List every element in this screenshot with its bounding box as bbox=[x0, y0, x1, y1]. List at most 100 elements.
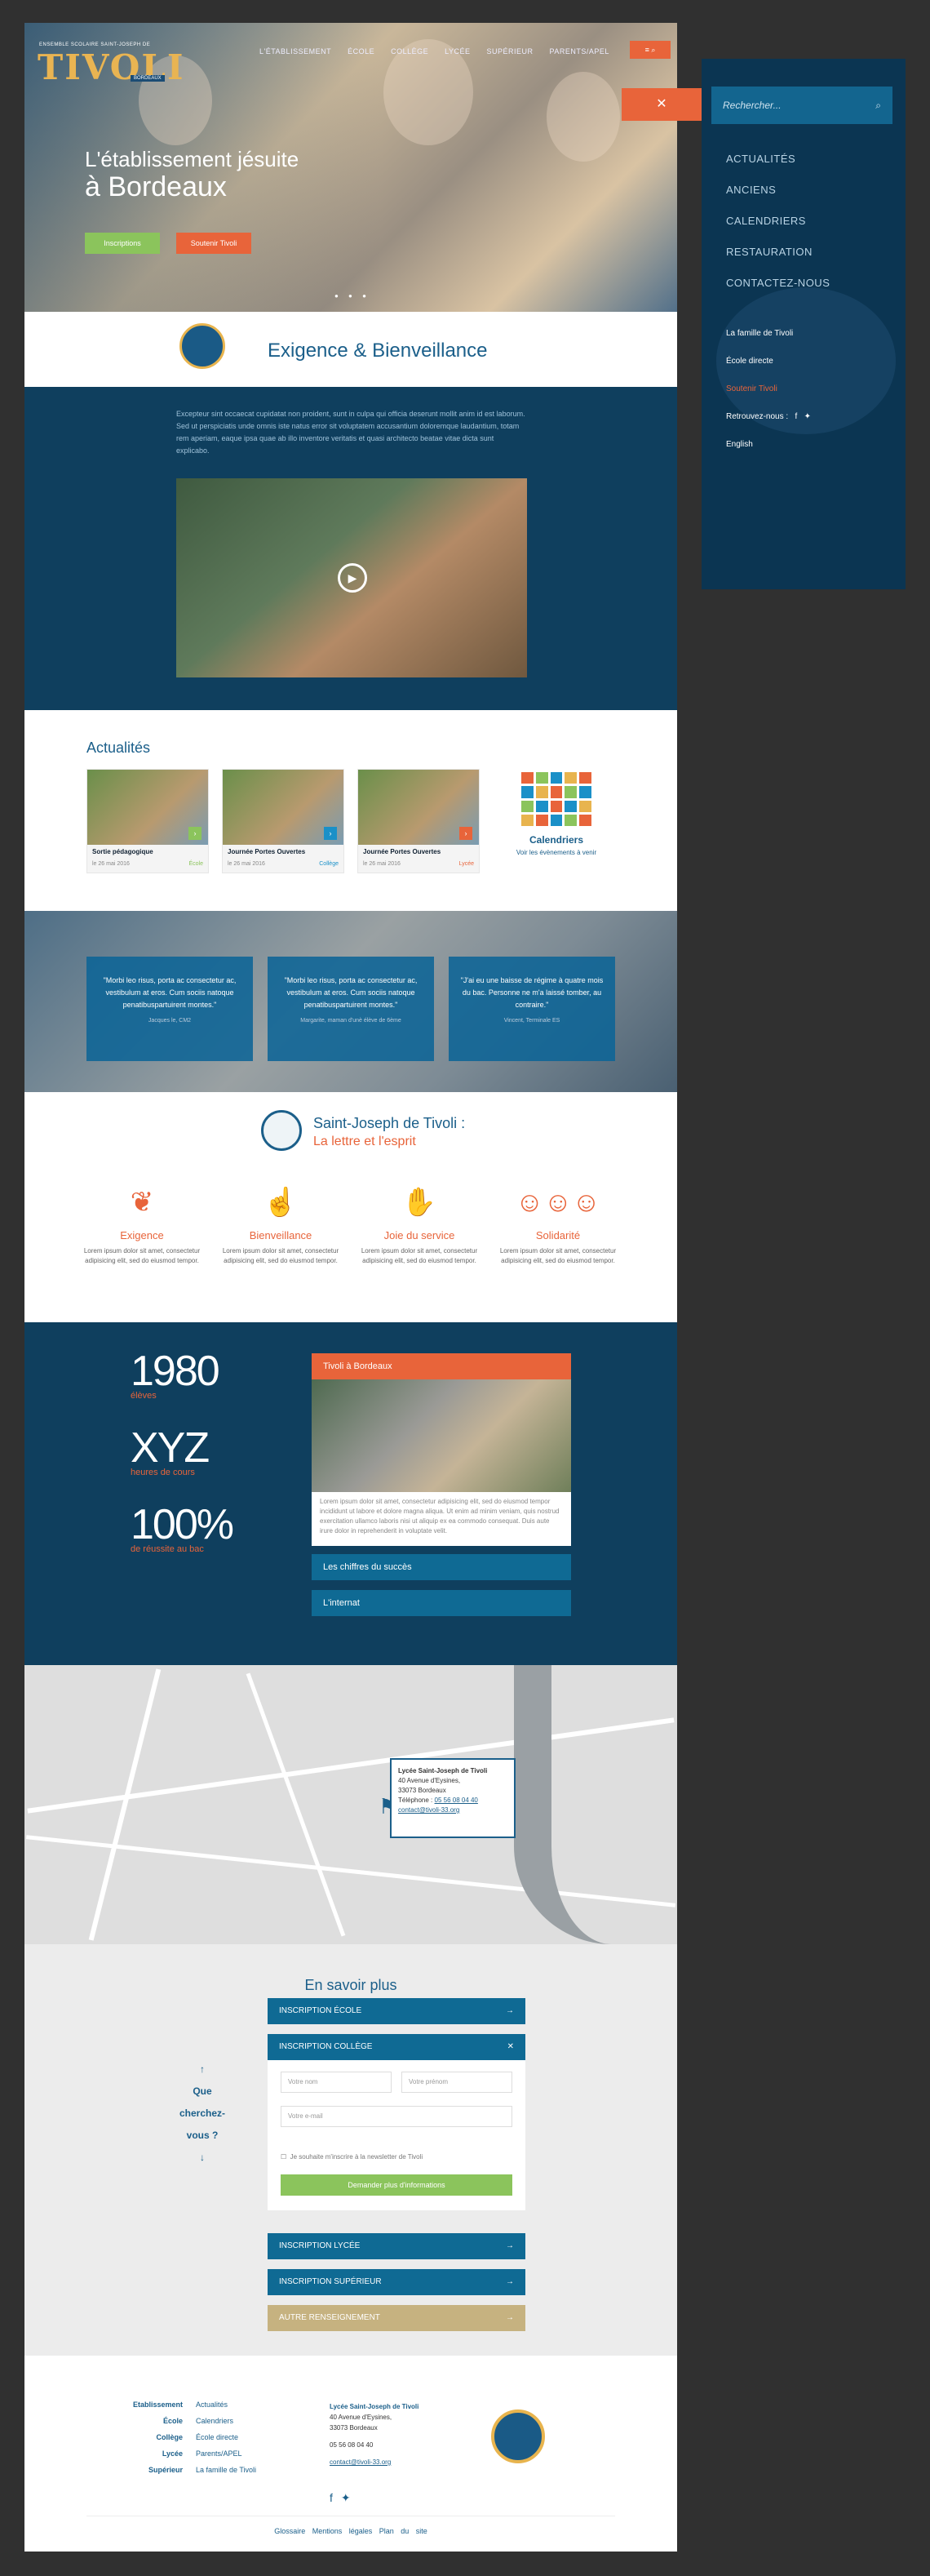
drawer-link[interactable]: École directe bbox=[726, 348, 811, 375]
testimonial-author: Jacques le, CM2 bbox=[148, 1018, 192, 1024]
intro-video[interactable]: ▶ bbox=[176, 478, 527, 677]
footer-phone[interactable]: 05 56 08 04 40 bbox=[330, 2440, 418, 2450]
drawer-link[interactable]: Soutenir Tivoli bbox=[726, 375, 811, 403]
footer-link[interactable]: La famille de Tivoli bbox=[196, 2462, 256, 2478]
twitter-icon[interactable]: ✦ bbox=[341, 2491, 351, 2505]
news-card[interactable]: › Journée Portes Ouvertes le 26 mai 2016… bbox=[357, 769, 480, 873]
nav-item[interactable]: L'ÉTABLISSEMENT bbox=[259, 47, 331, 56]
name-input[interactable]: Votre nom bbox=[281, 2072, 392, 2093]
footer-link[interactable]: Lycée bbox=[122, 2445, 183, 2462]
drawer-link[interactable]: English bbox=[726, 431, 811, 459]
arrow-right-icon[interactable]: › bbox=[188, 827, 202, 840]
arrow-right-icon[interactable]: › bbox=[324, 827, 337, 840]
map-section[interactable]: ⚑ Lycée Saint-Joseph de Tivoli 40 Avenue… bbox=[24, 1665, 677, 1944]
drawer-link[interactable]: La famille de Tivoli bbox=[726, 320, 811, 348]
twitter-icon[interactable]: ✦ bbox=[804, 412, 811, 421]
footer-link[interactable]: Collège bbox=[122, 2429, 183, 2445]
drawer-menu-item[interactable]: ACTUALITÉS bbox=[726, 144, 830, 175]
values-subtitle: La lettre et l'esprit bbox=[313, 1135, 416, 1148]
intro-section: Excepteur sint occaecat cupidatat non pr… bbox=[24, 387, 677, 710]
value-item: ☺☺☺ Solidarité Lorem ipsum dolor sit amet,… bbox=[498, 1180, 618, 1266]
map-infobox: Lycée Saint-Joseph de Tivoli 40 Avenue d… bbox=[390, 1758, 516, 1838]
close-menu-button[interactable]: ✕ bbox=[622, 88, 702, 121]
laurel-icon: ❦ bbox=[130, 1187, 154, 1218]
motto-band: Exigence & Bienveillance bbox=[24, 312, 677, 387]
footer-link[interactable]: Etablissement bbox=[122, 2396, 183, 2413]
accordion-college[interactable]: ✕ INSCRIPTION COLLÈGE bbox=[268, 2034, 525, 2060]
logo-subtitle: BORDEAUX bbox=[131, 75, 165, 82]
footer-link[interactable]: Actualités bbox=[196, 2396, 256, 2413]
accordion-label: INSCRIPTION COLLÈGE bbox=[279, 2042, 373, 2051]
accordion-superieur[interactable]: → INSCRIPTION SUPÉRIEUR bbox=[268, 2269, 525, 2295]
nav-item[interactable]: COLLÈGE bbox=[391, 47, 428, 56]
footer-link[interactable]: Calendriers bbox=[196, 2413, 256, 2429]
slider-dots[interactable]: ● ● ● bbox=[334, 292, 370, 300]
hero-title-line2: à Bordeaux bbox=[85, 171, 227, 202]
nav-item[interactable]: SUPÉRIEUR bbox=[486, 47, 533, 56]
testimonial-text: "Morbi leo risus, porta ac consectetur a… bbox=[103, 976, 237, 1009]
accordion-lycee[interactable]: → INSCRIPTION LYCÉE bbox=[268, 2233, 525, 2259]
accordion-label: AUTRE RENSEIGNEMENT bbox=[279, 2313, 380, 2322]
drawer-menu: ACTUALITÉS ANCIENS CALENDRIERS RESTAURAT… bbox=[726, 144, 830, 299]
newsletter-label: Je souhaite m'inscrire à la newsletter d… bbox=[290, 2153, 423, 2161]
calendar-icon bbox=[521, 772, 591, 826]
accordion-tivoli[interactable]: Tivoli à Bordeaux bbox=[312, 1353, 571, 1379]
top-nav: L'ÉTABLISSEMENT ÉCOLE COLLÈGE LYCÉE SUPÉ… bbox=[259, 47, 609, 56]
calendar-title: Calendriers bbox=[529, 834, 584, 846]
arrow-right-icon: → bbox=[506, 2313, 514, 2322]
footer-legal-links[interactable]: Glossaire Mentions légales Plan du site bbox=[24, 2527, 677, 2535]
handshake-icon: ✋ bbox=[401, 1187, 437, 1218]
drawer-menu-item[interactable]: ANCIENS bbox=[726, 175, 830, 206]
close-icon[interactable]: ✕ bbox=[507, 2034, 514, 2060]
calendar-link[interactable]: Calendriers Voir les évènements à venir bbox=[507, 772, 605, 856]
facebook-icon[interactable]: f bbox=[330, 2491, 333, 2505]
side-prompt-text: vous ? bbox=[186, 2130, 219, 2141]
value-name: Exigence bbox=[120, 1229, 164, 1241]
news-card[interactable]: › Journée Portes Ouvertes le 26 mai 2016… bbox=[222, 769, 344, 873]
search-icon[interactable]: ⌕ bbox=[875, 87, 881, 124]
nav-item[interactable]: LYCÉE bbox=[445, 47, 470, 56]
map-email-link[interactable]: contact@tivoli-33.org bbox=[398, 1806, 459, 1814]
footer-email[interactable]: contact@tivoli-33.org bbox=[330, 2457, 418, 2467]
news-title: Journée Portes Ouvertes bbox=[363, 848, 441, 855]
drawer-menu-item[interactable]: CONTACTEZ-NOUS bbox=[726, 268, 830, 299]
drawer-menu-item[interactable]: CALENDRIERS bbox=[726, 206, 830, 237]
newsletter-checkbox[interactable]: ☐ Je souhaite m'inscrire à la newsletter… bbox=[281, 2153, 423, 2161]
map-phone: Téléphone : 05 56 08 04 40 bbox=[398, 1796, 507, 1805]
more-info-section: En savoir plus ↑ Que cherchez- vous ? ↓ … bbox=[24, 1944, 677, 2356]
value-text: Lorem ipsum dolor sit amet, consectetur … bbox=[83, 1247, 201, 1264]
inscriptions-button[interactable]: Inscriptions bbox=[85, 233, 160, 254]
footer-link[interactable]: École directe bbox=[196, 2429, 256, 2445]
news-card[interactable]: › Sortie pédagogique le 26 mai 2016 Écol… bbox=[86, 769, 209, 873]
menu-search-button[interactable]: ≡ ⌕ bbox=[630, 41, 671, 59]
submit-button[interactable]: Demander plus d'informations bbox=[281, 2174, 512, 2196]
aerial-photo bbox=[312, 1379, 571, 1492]
accordion-chiffres[interactable]: Les chiffres du succès bbox=[312, 1554, 571, 1580]
search-placeholder: Rechercher... bbox=[723, 100, 782, 111]
footer-link[interactable]: Parents/APEL bbox=[196, 2445, 256, 2462]
soutenir-button[interactable]: Soutenir Tivoli bbox=[176, 233, 251, 254]
nav-item[interactable]: PARENTS/APEL bbox=[550, 47, 609, 56]
firstname-input[interactable]: Votre prénom bbox=[401, 2072, 512, 2093]
accordion-autre[interactable]: → AUTRE RENSEIGNEMENT bbox=[268, 2305, 525, 2331]
footer-link[interactable]: Supérieur bbox=[122, 2462, 183, 2478]
search-input[interactable]: ⌕ Rechercher... bbox=[711, 87, 892, 124]
news-category: Lycée bbox=[458, 861, 474, 867]
facebook-icon[interactable]: f bbox=[795, 412, 798, 421]
email-input[interactable]: Votre e-mail bbox=[281, 2106, 512, 2127]
footer-link[interactable]: École bbox=[122, 2413, 183, 2429]
nav-item[interactable]: ÉCOLE bbox=[348, 47, 374, 56]
footer-school-name: Lycée Saint-Joseph de Tivoli bbox=[330, 2403, 419, 2410]
accordion-internat[interactable]: L'internat bbox=[312, 1590, 571, 1616]
play-icon[interactable]: ▶ bbox=[338, 563, 367, 593]
stat: 100% de réussite au bac bbox=[131, 1500, 234, 1554]
testimonial-text: "Morbi leo risus, porta ac consectetur a… bbox=[284, 976, 418, 1009]
arrow-right-icon[interactable]: › bbox=[459, 827, 472, 840]
drawer-menu-item[interactable]: RESTAURATION bbox=[726, 237, 830, 268]
map-phone-link[interactable]: 05 56 08 04 40 bbox=[435, 1797, 478, 1804]
accordion-ecole[interactable]: → INSCRIPTION ÉCOLE bbox=[268, 1998, 525, 2024]
value-item: ❦ Exigence Lorem ipsum dolor sit amet, con… bbox=[82, 1180, 202, 1266]
value-text: Lorem ipsum dolor sit amet, consectetur … bbox=[222, 1247, 339, 1264]
news-heading: Actualités bbox=[86, 739, 151, 756]
testimonial-author: Vincent, Terminale ES bbox=[503, 1018, 560, 1024]
